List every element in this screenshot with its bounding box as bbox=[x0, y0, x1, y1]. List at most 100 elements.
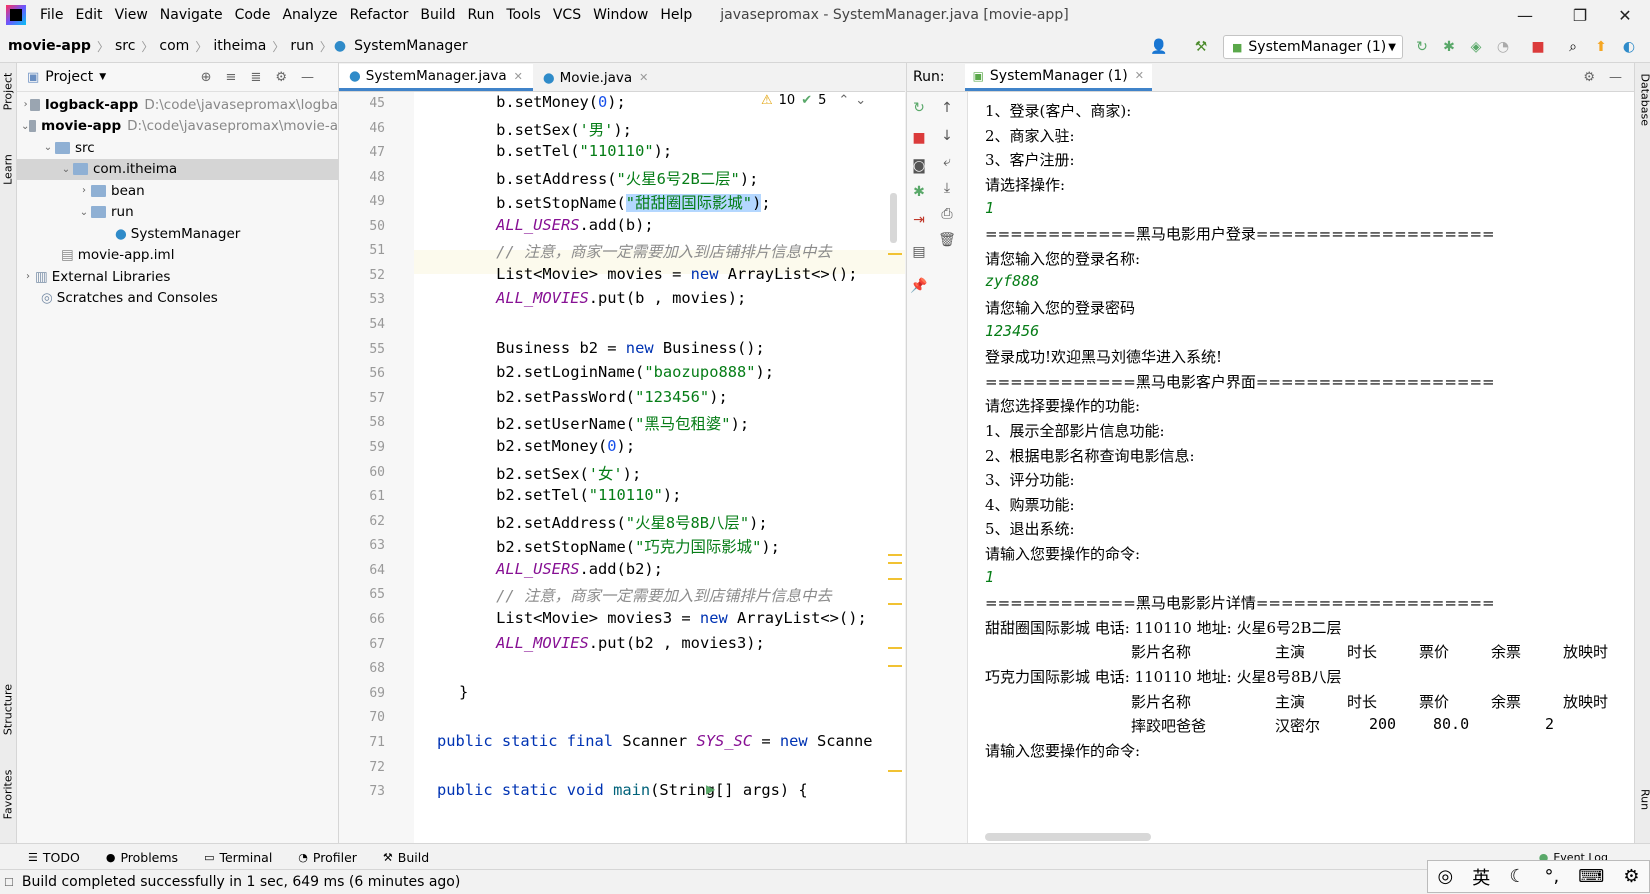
favorites-tool-tab[interactable]: Favorites bbox=[2, 769, 15, 821]
gear-icon[interactable]: ⚙ bbox=[275, 70, 301, 85]
user-icon[interactable]: 👤 bbox=[1148, 37, 1170, 57]
status-toggle-icon[interactable]: ☐ bbox=[4, 876, 14, 889]
arrow-up-icon[interactable]: ↑ bbox=[939, 100, 955, 116]
tab-systemmanager-java[interactable]: ●SystemManager.java✕ bbox=[339, 64, 533, 91]
build-tool-button[interactable]: ⚒Build bbox=[383, 850, 429, 865]
todo-tool-button[interactable]: ☰TODO bbox=[28, 850, 80, 865]
crumb-src[interactable]: src bbox=[111, 38, 139, 54]
layout-icon[interactable]: ▤ bbox=[911, 244, 927, 260]
debug-icon[interactable]: ✱ bbox=[911, 184, 927, 200]
profiler-tool-button[interactable]: ◔Profiler bbox=[298, 850, 357, 865]
database-tool-tab[interactable]: Database bbox=[1639, 74, 1650, 126]
minimize-icon[interactable]: — bbox=[1500, 0, 1550, 30]
debug-icon[interactable]: ✱ bbox=[1438, 37, 1460, 57]
chevron-down-icon[interactable]: ▼ bbox=[99, 72, 106, 82]
structure-tool-tab[interactable]: Structure bbox=[2, 684, 15, 736]
chevron-up-icon[interactable]: ⌃ bbox=[838, 93, 849, 108]
tree-item-src[interactable]: ⌄src bbox=[17, 137, 338, 159]
menu-help[interactable]: Help bbox=[654, 7, 698, 23]
project-title[interactable]: Project bbox=[45, 69, 93, 85]
tab-movie-java[interactable]: ●Movie.java✕ bbox=[533, 64, 659, 91]
code-editor[interactable]: ●SystemManager.java✕ ●Movie.java✕ b.setM… bbox=[339, 63, 905, 843]
gear-icon[interactable]: ⚙ bbox=[1583, 70, 1595, 85]
menu-edit[interactable]: Edit bbox=[69, 7, 108, 23]
warning-marker[interactable] bbox=[888, 554, 902, 556]
expand-all-icon[interactable]: ≡ bbox=[226, 70, 251, 85]
inspection-widget[interactable]: ⚠10 ✔5 ⌃ ⌄ bbox=[761, 93, 866, 108]
crumb-systemmanager[interactable]: SystemManager bbox=[350, 38, 472, 54]
hide-icon[interactable]: — bbox=[301, 70, 328, 85]
warning-marker[interactable] bbox=[888, 562, 902, 564]
project-tool-tab[interactable]: Project bbox=[2, 66, 15, 118]
build-hammer-icon[interactable]: ⚒ bbox=[1190, 37, 1212, 57]
menu-tools[interactable]: Tools bbox=[500, 7, 547, 23]
ime-logo-icon[interactable]: ◎ bbox=[1438, 866, 1454, 887]
warning-marker[interactable] bbox=[888, 603, 902, 605]
editor-scrollbar[interactable] bbox=[890, 193, 897, 243]
tree-item-movie-app[interactable]: ⌄movie-appD:\code\javasepromax\movie-a bbox=[17, 116, 338, 138]
tree-item-bean[interactable]: ›bean bbox=[17, 180, 338, 202]
rerun-icon[interactable]: ↻ bbox=[911, 100, 927, 116]
menu-vcs[interactable]: VCS bbox=[547, 7, 587, 23]
chevron-down-icon[interactable]: ⌄ bbox=[855, 93, 866, 108]
learn-tool-tab[interactable]: Learn bbox=[2, 144, 15, 196]
warning-marker[interactable] bbox=[888, 770, 902, 772]
close-icon[interactable]: ✕ bbox=[1600, 0, 1650, 30]
tree-item-systemmanager[interactable]: ●SystemManager bbox=[17, 223, 338, 245]
update-icon[interactable]: ⬆ bbox=[1590, 37, 1612, 57]
console-output[interactable]: 1、登录(客户、商家): 2、商家入驻: 3、客户注册: 请选择操作: 1 ==… bbox=[967, 92, 1634, 843]
crumb-com[interactable]: com bbox=[155, 38, 193, 54]
pin-icon[interactable]: 📌 bbox=[911, 278, 927, 294]
menu-analyze[interactable]: Analyze bbox=[276, 7, 343, 23]
tree-item-com-itheima[interactable]: ⌄com.itheima bbox=[17, 159, 338, 181]
menu-code[interactable]: Code bbox=[229, 7, 277, 23]
rerun-icon[interactable]: ↻ bbox=[1411, 37, 1433, 57]
console-horizontal-scrollbar[interactable] bbox=[985, 833, 1151, 841]
hide-icon[interactable]: — bbox=[1609, 70, 1622, 85]
plugin-icon[interactable]: ◐ bbox=[1618, 37, 1640, 57]
crumb-project[interactable]: movie-app bbox=[4, 38, 95, 54]
menu-view[interactable]: View bbox=[109, 7, 154, 23]
warning-marker[interactable] bbox=[888, 665, 902, 667]
print-icon[interactable]: ⎙ bbox=[939, 206, 955, 222]
collapse-all-icon[interactable]: ≣ bbox=[250, 70, 275, 85]
run-tool-tab[interactable]: Run bbox=[1639, 774, 1650, 826]
stop-icon[interactable]: ■ bbox=[911, 130, 927, 146]
menu-navigate[interactable]: Navigate bbox=[154, 7, 229, 23]
tree-item-external-libraries[interactable]: ›▥External Libraries bbox=[17, 266, 338, 288]
tree-item-logback-app[interactable]: ›logback-appD:\code\javasepromax\logba bbox=[17, 94, 338, 116]
punctuation-icon[interactable]: °, bbox=[1545, 866, 1560, 887]
terminal-tool-button[interactable]: ▭Terminal bbox=[204, 850, 272, 865]
menu-build[interactable]: Build bbox=[414, 7, 461, 23]
crumb-itheima[interactable]: itheima bbox=[209, 38, 270, 54]
trash-icon[interactable]: 🗑 bbox=[939, 232, 955, 248]
menu-file[interactable]: File bbox=[34, 7, 69, 23]
warning-marker[interactable] bbox=[888, 647, 902, 649]
arrow-down-icon[interactable]: ↓ bbox=[939, 128, 955, 144]
tab-run-systemmanager[interactable]: ▣ SystemManager (1) ✕ bbox=[965, 64, 1152, 91]
restore-icon[interactable]: ❐ bbox=[1555, 0, 1605, 30]
run-gutter-icon[interactable]: ▶ bbox=[706, 782, 715, 796]
close-tab-icon[interactable]: ✕ bbox=[1135, 69, 1144, 82]
menu-refactor[interactable]: Refactor bbox=[344, 7, 415, 23]
moon-icon[interactable]: ☾ bbox=[1509, 866, 1525, 887]
close-tab-icon[interactable]: ✕ bbox=[639, 71, 648, 84]
search-icon[interactable]: ⌕ bbox=[1562, 37, 1584, 57]
tree-item-scratches[interactable]: ◎Scratches and Consoles bbox=[17, 288, 338, 310]
exit-icon[interactable]: ⇥ bbox=[911, 212, 927, 228]
run-configuration-select[interactable]: ■ SystemManager (1) ▼ bbox=[1223, 35, 1403, 59]
tree-item-run[interactable]: ⌄run bbox=[17, 202, 338, 224]
warning-marker[interactable] bbox=[888, 253, 902, 255]
scroll-to-end-icon[interactable]: ⤓ bbox=[939, 180, 955, 196]
keyboard-icon[interactable]: ⌨ bbox=[1578, 866, 1604, 887]
problems-tool-button[interactable]: ●Problems bbox=[106, 850, 178, 865]
tree-item-movie-app-iml[interactable]: ▤movie-app.iml bbox=[17, 245, 338, 267]
locate-icon[interactable]: ⊕ bbox=[201, 70, 226, 85]
soft-wrap-icon[interactable]: ⤶ bbox=[939, 154, 955, 170]
profile-icon[interactable]: ◔ bbox=[1492, 37, 1514, 57]
stop-icon[interactable]: ■ bbox=[1527, 37, 1549, 57]
warning-marker[interactable] bbox=[888, 578, 902, 580]
coverage-icon[interactable]: ◈ bbox=[1465, 37, 1487, 57]
menu-run[interactable]: Run bbox=[462, 7, 501, 23]
gear-icon[interactable]: ⚙ bbox=[1623, 866, 1639, 887]
